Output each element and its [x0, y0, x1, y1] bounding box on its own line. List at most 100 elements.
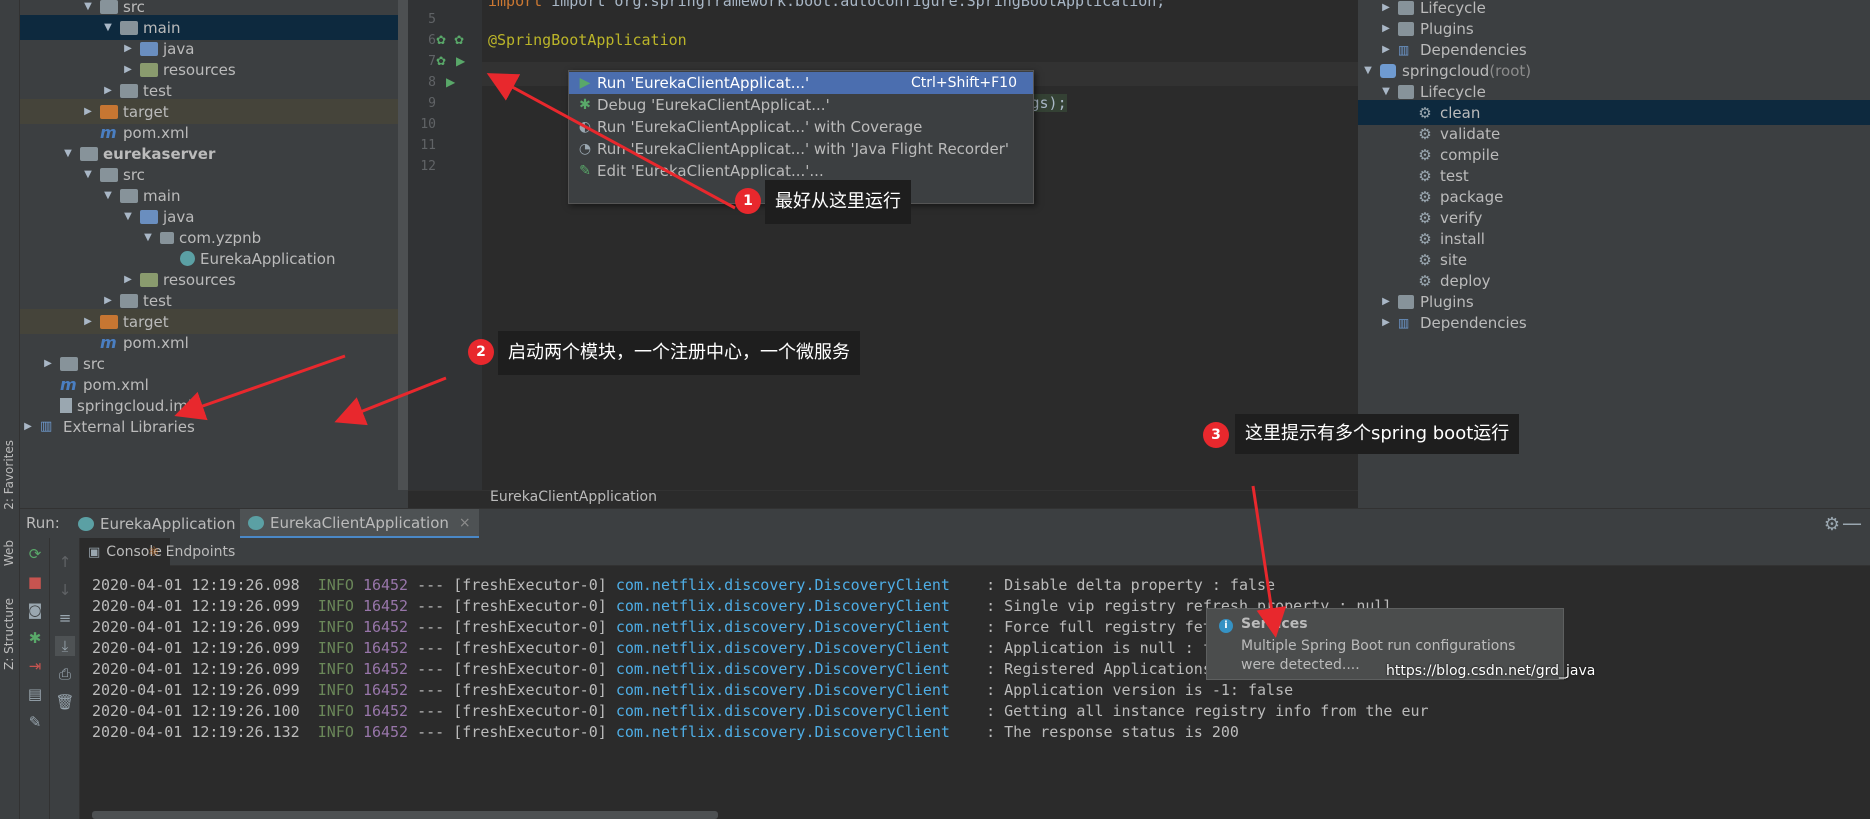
- tree-node-label: springcloud.iml: [77, 396, 193, 415]
- expand-down-icon[interactable]: ▼: [82, 169, 94, 180]
- expand-right-icon[interactable]: ▶: [122, 274, 134, 285]
- up-arrow-icon[interactable]: ↑: [55, 552, 75, 572]
- run-menu-item[interactable]: ▶ Run 'EurekaClientApplicat...' Ctrl+Shift…: [569, 72, 1033, 94]
- run-toolbar: ⟳ ■ ◙ ✱ ⇥ ▤ ✎: [20, 538, 50, 819]
- log-thread: --- [freshExecutor-0]: [417, 576, 607, 594]
- log-level: INFO: [317, 702, 354, 720]
- close-icon[interactable]: ×: [459, 515, 471, 531]
- expand-right-icon[interactable]: ▶: [42, 358, 54, 369]
- run-tab[interactable]: EurekaApplication×: [70, 509, 265, 539]
- favorites-tool-tab[interactable]: 2: Favorites: [2, 440, 16, 510]
- expand-down-icon[interactable]: ▼: [1362, 65, 1374, 76]
- breadcrumb-class[interactable]: EurekaClientApplication: [490, 489, 657, 505]
- minimize-icon[interactable]: —: [1842, 511, 1862, 535]
- console-output[interactable]: 2020-04-01 12:19:26.098 INFO 16452 --- […: [80, 566, 1870, 819]
- structure-tool-tab[interactable]: Z: Structure: [2, 598, 16, 670]
- expand-down-icon[interactable]: ▼: [102, 190, 114, 201]
- log-ts: 2020-04-01 12:19:26.099: [92, 681, 300, 699]
- soft-wrap-icon[interactable]: ≡: [55, 608, 75, 628]
- expand-down-icon[interactable]: ▼: [142, 232, 154, 243]
- run-menu-item[interactable]: ✎ Edit 'EurekaClientApplicat...'...: [569, 160, 1033, 182]
- tree-node-label: src: [83, 354, 105, 373]
- log-pid: 16452: [362, 618, 409, 636]
- exit-icon[interactable]: ⇥: [25, 656, 45, 676]
- maven-tree-node[interactable]: ▶ ▥ Dependencies: [1358, 310, 1870, 335]
- log-line: 2020-04-01 12:19:26.099 INFO 16452 --- […: [92, 618, 1302, 636]
- run-gutter-icon[interactable]: ▶: [456, 54, 465, 68]
- folder-icon: [1398, 0, 1414, 15]
- stop-icon[interactable]: ■: [25, 572, 45, 592]
- expand-down-icon[interactable]: ▼: [1380, 86, 1392, 97]
- debug-bug-icon[interactable]: ✱: [25, 628, 45, 648]
- scroll-to-end-icon[interactable]: ⤓: [55, 636, 75, 656]
- expand-right-icon[interactable]: ▶: [82, 316, 94, 327]
- expand-right-icon[interactable]: ▶: [102, 85, 114, 96]
- spring-boot-icon[interactable]: ✿: [454, 33, 464, 47]
- watermark: https://blog.csdn.net/grd_java: [1386, 663, 1596, 679]
- project-tree: ▼ src ▼ main ▶ java ▶ resources ▶ test ▶ target m pom…: [20, 0, 408, 508]
- notification-title: Services: [1241, 616, 1308, 632]
- expand-right-icon[interactable]: ▶: [122, 64, 134, 75]
- lifecycle-gear-icon: ⚙: [1418, 145, 1432, 164]
- run-menu-item[interactable]: ◐ Run 'EurekaClientApplicat...' with Cove…: [569, 116, 1033, 138]
- log-cls: com.netflix.discovery.DiscoveryClient: [615, 576, 950, 594]
- console-horizontal-scrollbar[interactable]: [92, 811, 718, 819]
- log-cls: com.netflix.discovery.DiscoveryClient: [615, 639, 950, 657]
- pin-icon[interactable]: ✎: [25, 712, 45, 732]
- log-cls: com.netflix.discovery.DiscoveryClient: [615, 681, 950, 699]
- expand-down-icon[interactable]: ▼: [82, 1, 94, 12]
- expand-right-icon[interactable]: ▶: [1380, 23, 1392, 34]
- line-number: 6: [428, 33, 436, 48]
- expand-right-icon[interactable]: ▶: [1380, 44, 1392, 55]
- log-line: 2020-04-01 12:19:26.132 INFO 16452 --- […: [92, 723, 1239, 741]
- maven-node-label: install: [1440, 229, 1485, 248]
- maven-file-icon: m: [60, 374, 77, 394]
- tree-node-label: com.yzpnb: [179, 228, 262, 247]
- tree-node-label: src: [123, 0, 145, 16]
- folder-icon: [100, 104, 118, 119]
- folder-icon: [1398, 294, 1414, 309]
- expand-right-icon[interactable]: ▶: [82, 106, 94, 117]
- run-menu-item[interactable]: ◔ Run 'EurekaClientApplicat...' with 'Jav…: [569, 138, 1033, 160]
- run-tab[interactable]: EurekaClientApplication ×: [240, 509, 479, 539]
- folder-icon: [120, 188, 138, 203]
- tree-node-label: eurekaserver: [103, 144, 216, 163]
- editor-breadcrumb[interactable]: EurekaClientApplication: [408, 489, 1358, 508]
- lifecycle-gear-icon: ⚙: [1418, 166, 1432, 185]
- expand-down-icon[interactable]: ▼: [122, 211, 134, 222]
- expand-right-icon[interactable]: ▶: [1380, 317, 1392, 328]
- expand-right-icon[interactable]: ▶: [22, 421, 34, 432]
- menu-item-shortcut: Ctrl+Shift+F10: [910, 75, 1017, 91]
- layout-icon[interactable]: ▤: [25, 684, 45, 704]
- log-ts: 2020-04-01 12:19:26.099: [92, 618, 300, 636]
- tree-node-label: src: [123, 165, 145, 184]
- log-cls: com.netflix.discovery.DiscoveryClient: [615, 702, 950, 720]
- down-arrow-icon[interactable]: ↓: [55, 580, 75, 600]
- expand-right-icon[interactable]: ▶: [1380, 2, 1392, 13]
- expand-right-icon[interactable]: ▶: [1380, 296, 1392, 307]
- expand-down-icon[interactable]: ▼: [62, 148, 74, 159]
- tree-node[interactable]: ▶ ▥ External Libraries: [20, 414, 408, 439]
- project-tree-scrollbar[interactable]: [398, 0, 408, 490]
- web-tool-tab[interactable]: Web: [2, 540, 16, 566]
- run-menu-item[interactable]: ✱ Debug 'EurekaClientApplicat...': [569, 94, 1033, 116]
- run-tab-label: EurekaClientApplication: [270, 513, 449, 532]
- log-level: INFO: [317, 618, 354, 636]
- spring-boot-icon: [78, 517, 94, 531]
- spring-bean-icon[interactable]: ✿: [436, 54, 446, 68]
- spring-bean-icon[interactable]: ✿: [436, 33, 446, 47]
- trash-icon[interactable]: 🗑: [55, 692, 75, 712]
- run-gutter-icon[interactable]: ▶: [446, 75, 455, 89]
- folder-icon: [120, 20, 138, 35]
- expand-down-icon[interactable]: ▼: [102, 22, 114, 33]
- expand-right-icon[interactable]: ▶: [102, 295, 114, 306]
- gear-icon[interactable]: ⚙: [1824, 514, 1840, 535]
- folder-icon: [120, 293, 138, 308]
- camera-icon[interactable]: ◙: [25, 600, 45, 620]
- folder-icon: [160, 231, 174, 244]
- print-icon[interactable]: ⎙: [55, 664, 75, 684]
- log-line: 2020-04-01 12:19:26.100 INFO 16452 --- […: [92, 702, 1429, 720]
- expand-right-icon[interactable]: ▶: [122, 43, 134, 54]
- rerun-icon[interactable]: ⟳: [25, 544, 45, 564]
- console-tab[interactable]: ⚛ Endpoints: [140, 538, 243, 566]
